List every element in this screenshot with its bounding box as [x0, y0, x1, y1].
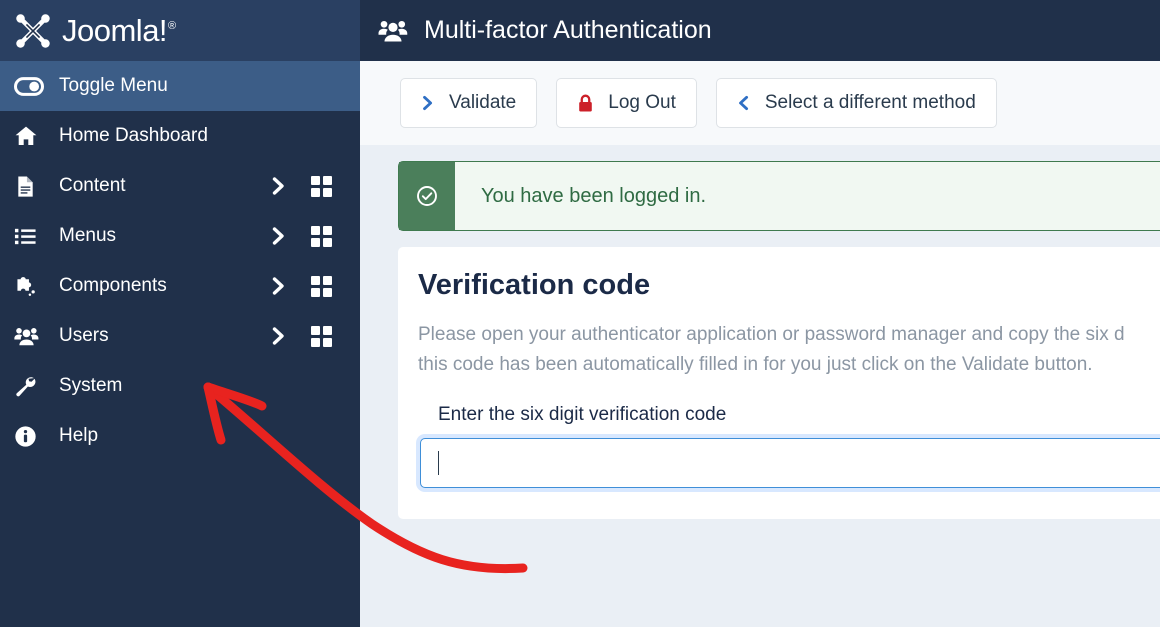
chevron-left-icon	[737, 92, 751, 114]
chevron-right-icon[interactable]	[266, 224, 292, 248]
sidebar-item-content[interactable]: Content	[0, 161, 360, 211]
verification-card-description-line2: this code has been automatically filled …	[418, 354, 1093, 375]
toggle-menu-button[interactable]: Toggle Menu	[0, 61, 360, 111]
brand-name: Joomla!®	[62, 12, 176, 48]
app-root: Joomla!® Toggle Menu Home Dashboard Cont…	[0, 0, 1160, 627]
grid-icon[interactable]	[308, 175, 334, 197]
verification-card: Verification code Please open your authe…	[398, 247, 1160, 519]
lock-icon	[577, 93, 594, 114]
sidebar-item-components[interactable]: Components	[0, 261, 360, 311]
puzzle-icon	[14, 275, 44, 298]
sidebar-item-label: System	[59, 375, 123, 396]
sidebar-item-label: Home Dashboard	[59, 125, 208, 146]
verification-code-input[interactable]	[420, 438, 1160, 488]
check-circle-icon	[399, 162, 455, 230]
status-alert: You have been logged in.	[398, 161, 1160, 231]
sidebar-item-label: Components	[59, 275, 167, 296]
joomla-logo-icon	[12, 10, 54, 52]
toggle-switch-icon	[14, 76, 44, 96]
verification-card-title: Verification code	[418, 269, 651, 301]
page-title: Multi-factor Authentication	[424, 16, 712, 44]
sidebar-item-menus[interactable]: Menus	[0, 211, 360, 261]
log-out-button[interactable]: Log Out	[556, 78, 697, 128]
grid-icon[interactable]	[308, 225, 334, 247]
wrench-icon	[14, 375, 44, 398]
toggle-menu-label: Toggle Menu	[59, 75, 168, 96]
brand-logo[interactable]: Joomla!®	[0, 0, 360, 61]
sidebar-item-label: Help	[59, 425, 99, 446]
validate-button-label: Validate	[449, 92, 517, 113]
document-icon	[14, 175, 44, 198]
chevron-right-icon	[421, 92, 435, 114]
status-alert-message: You have been logged in.	[481, 184, 707, 207]
toolbar: Validate Log Out Select a different meth…	[360, 61, 1160, 145]
verification-card-description-line1: Please open your authenticator applicati…	[418, 324, 1125, 345]
chevron-right-icon[interactable]	[266, 274, 292, 298]
sidebar-item-system[interactable]: System	[0, 361, 360, 411]
page-header: Multi-factor Authentication	[360, 0, 1160, 61]
home-icon	[14, 124, 44, 148]
registered-mark: ®	[168, 20, 176, 33]
grid-icon[interactable]	[308, 325, 334, 347]
main-area: Multi-factor Authentication Validate Log…	[360, 0, 1160, 627]
grid-icon[interactable]	[308, 275, 334, 297]
validate-button[interactable]: Validate	[400, 78, 538, 128]
verification-code-label: Enter the six digit verification code	[438, 404, 727, 425]
users-icon	[378, 19, 412, 42]
chevron-right-icon[interactable]	[266, 324, 292, 348]
sidebar-item-users[interactable]: Users	[0, 311, 360, 361]
sidebar-item-home-dashboard[interactable]: Home Dashboard	[0, 111, 360, 161]
content-area: You have been logged in. Verification co…	[360, 161, 1160, 519]
users-icon	[14, 326, 44, 346]
sidebar-item-label: Users	[59, 325, 109, 346]
list-icon	[14, 225, 44, 248]
sidebar-item-label: Content	[59, 175, 126, 196]
sidebar-item-help[interactable]: Help	[0, 411, 360, 461]
chevron-right-icon[interactable]	[266, 174, 292, 198]
log-out-button-label: Log Out	[608, 92, 676, 113]
sidebar-item-label: Menus	[59, 225, 117, 246]
text-caret	[438, 451, 439, 475]
select-different-method-button[interactable]: Select a different method	[715, 78, 997, 128]
select-different-method-label: Select a different method	[764, 92, 976, 113]
info-circle-icon	[14, 425, 44, 448]
sidebar: Joomla!® Toggle Menu Home Dashboard Cont…	[0, 0, 360, 627]
